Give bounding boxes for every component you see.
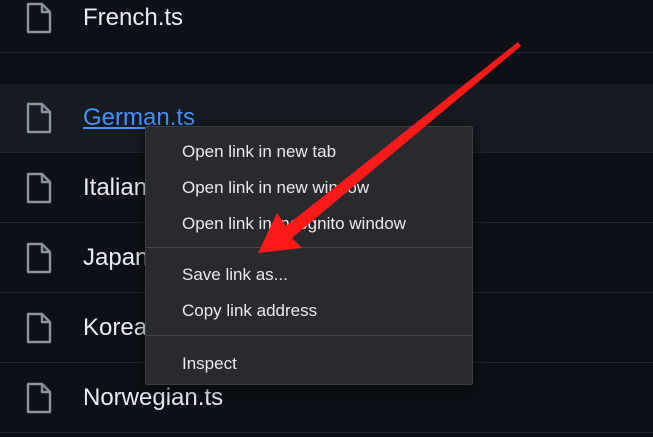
context-menu: Open link in new tab Open link in new wi… — [145, 126, 473, 385]
menu-item-open-incognito[interactable]: Open link in incognito window — [146, 207, 472, 241]
menu-item-open-new-window[interactable]: Open link in new window — [146, 171, 472, 205]
menu-item-open-new-tab[interactable]: Open link in new tab — [146, 135, 472, 169]
file-icon — [26, 102, 52, 134]
file-icon — [26, 242, 52, 274]
menu-item-copy-link-address[interactable]: Copy link address — [146, 294, 472, 328]
file-icon — [26, 172, 52, 204]
file-icon — [26, 2, 52, 34]
file-row-french[interactable]: French.ts — [0, 0, 653, 53]
file-name-link[interactable]: French.ts — [83, 4, 183, 32]
file-icon — [26, 382, 52, 414]
menu-separator — [146, 247, 472, 248]
file-name-link[interactable]: Norwegian.ts — [83, 384, 223, 412]
menu-item-inspect[interactable]: Inspect — [146, 347, 472, 381]
menu-item-save-link-as[interactable]: Save link as... — [146, 258, 472, 292]
menu-separator — [146, 335, 472, 336]
file-icon — [26, 312, 52, 344]
